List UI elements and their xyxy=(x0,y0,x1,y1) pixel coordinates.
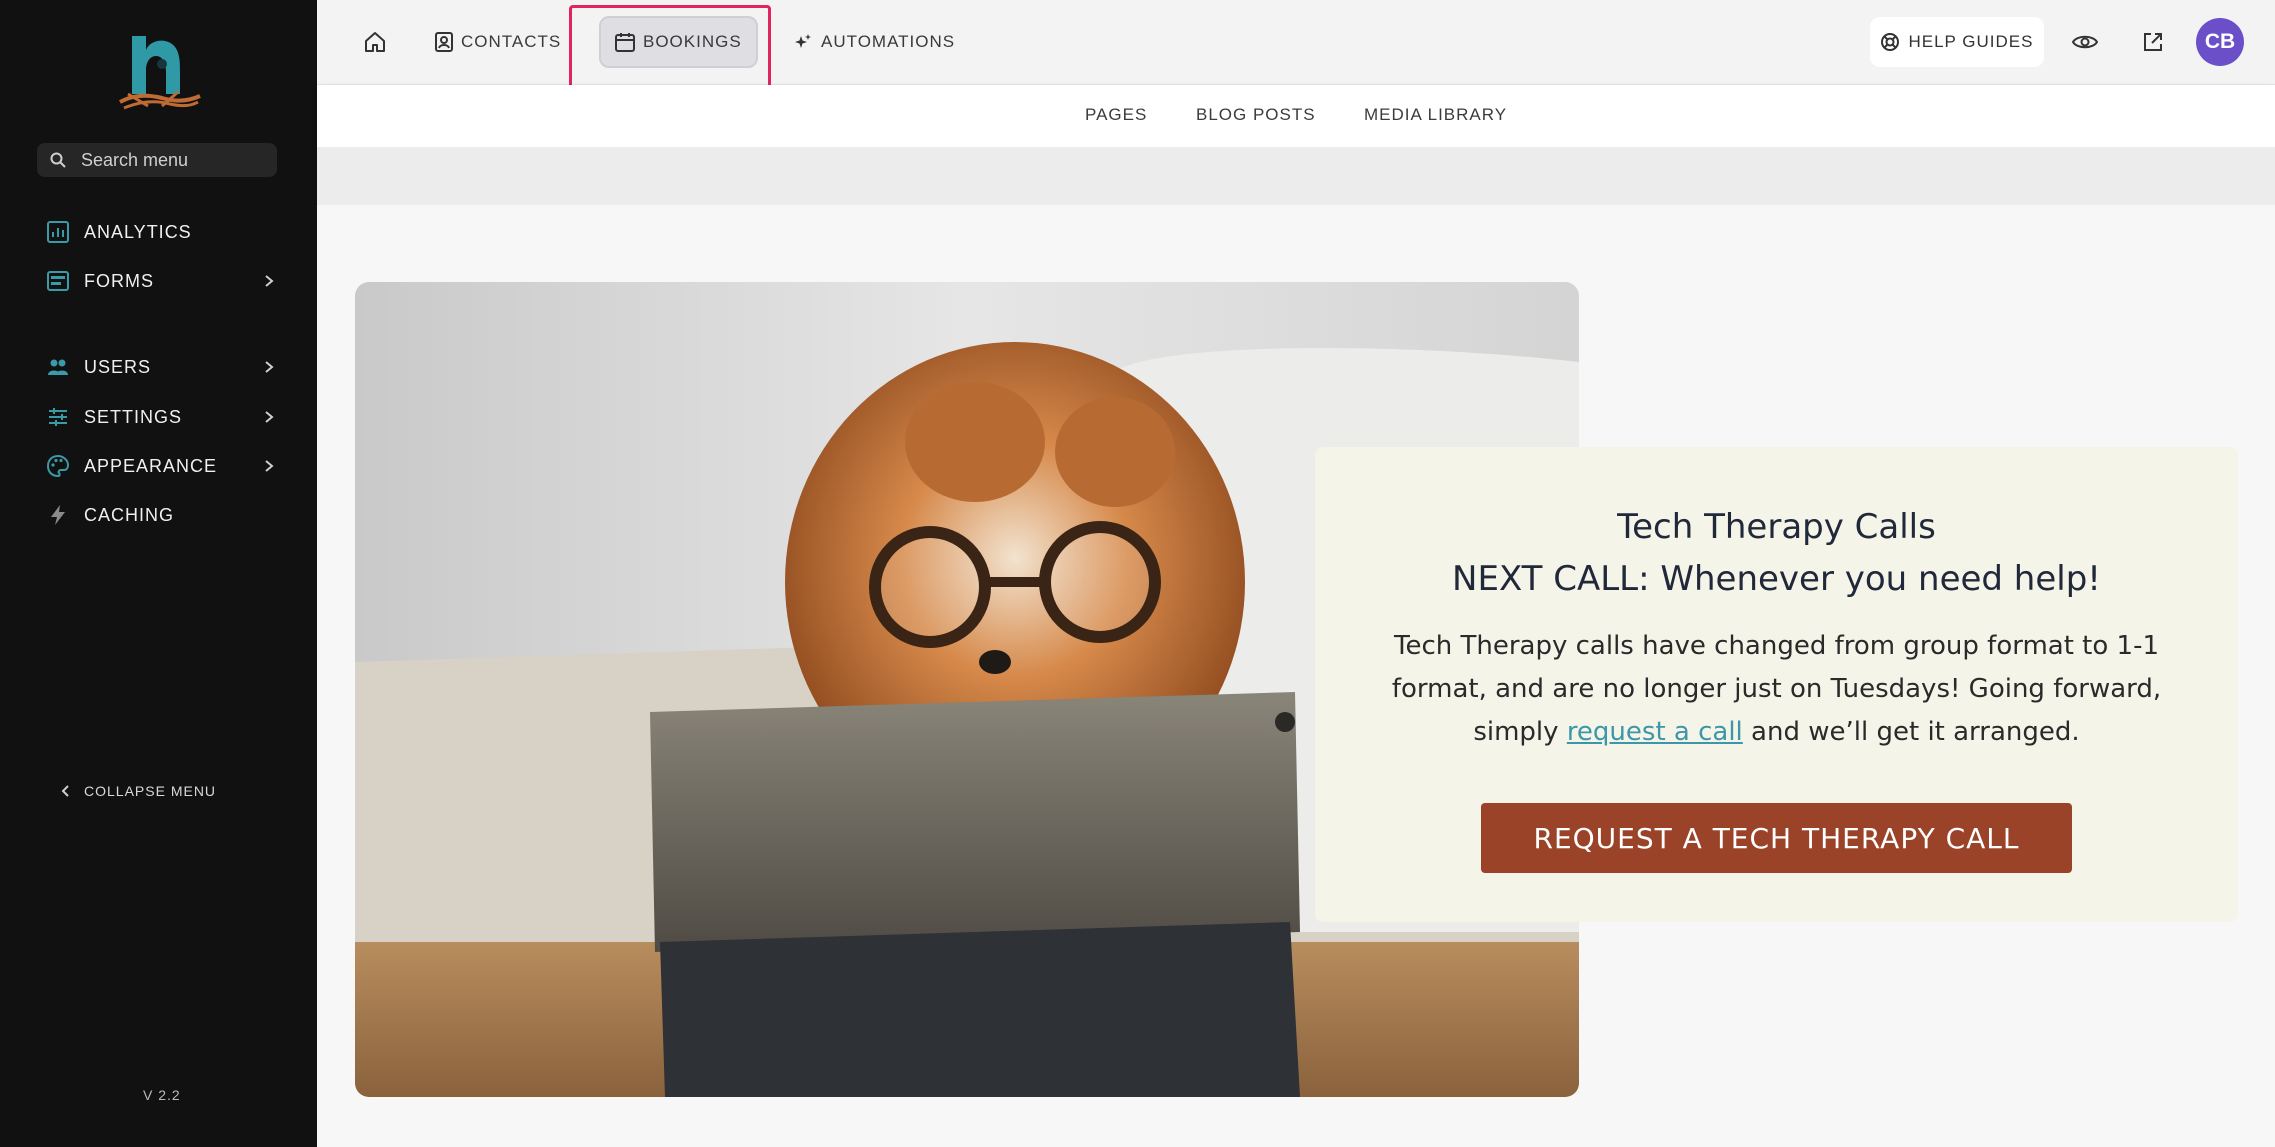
lightning-icon xyxy=(46,503,70,527)
users-icon xyxy=(46,355,70,379)
tab-contacts[interactable]: CONTACTS xyxy=(435,22,561,62)
chevron-right-icon xyxy=(265,275,274,287)
sidebar-item-label: ANALYTICS xyxy=(84,221,192,242)
search-menu[interactable] xyxy=(37,143,277,177)
sidebar-item-label: USERS xyxy=(84,356,152,377)
chevron-right-icon xyxy=(265,460,274,472)
chevron-right-icon xyxy=(265,361,274,373)
sidebar-item-label: CACHING xyxy=(84,504,175,525)
external-link-icon xyxy=(2144,33,2162,51)
sidebar-item-users[interactable]: USERS xyxy=(46,351,276,383)
subnav-media-library[interactable]: MEDIA LIBRARY xyxy=(1364,105,1507,125)
contacts-icon xyxy=(435,32,453,52)
collapse-menu-button[interactable]: COLLAPSE MENU xyxy=(60,783,216,799)
request-call-button[interactable]: REQUEST A TECH THERAPY CALL xyxy=(1481,803,2072,873)
help-guides-button[interactable]: HELP GUIDES xyxy=(1870,17,2044,67)
sidebar-item-appearance[interactable]: APPEARANCE xyxy=(46,450,276,482)
help-guides-label: HELP GUIDES xyxy=(1908,32,2034,51)
sparkle-icon xyxy=(795,34,811,48)
subnav-pages[interactable]: PAGES xyxy=(1085,105,1147,125)
top-bar: CONTACTS BOOKINGS AUTOMATIONS HELP GUIDE… xyxy=(317,0,2275,85)
sub-nav: PAGES BLOG POSTS MEDIA LIBRARY xyxy=(317,85,2275,147)
open-external-button[interactable] xyxy=(2138,27,2168,57)
tab-automations[interactable]: AUTOMATIONS xyxy=(793,22,955,62)
tab-label: BOOKINGS xyxy=(643,32,742,51)
home-icon xyxy=(365,32,385,52)
search-menu-input[interactable] xyxy=(81,149,271,171)
header-band xyxy=(317,147,2275,205)
search-icon xyxy=(50,152,66,168)
card-title: Tech Therapy Calls xyxy=(1617,507,1936,547)
settings-icon xyxy=(46,405,70,429)
sidebar: ANALYTICS FORMS USERS SETTINGS APPEARANC… xyxy=(0,0,317,1147)
tab-label: AUTOMATIONS xyxy=(821,32,956,51)
preview-button[interactable] xyxy=(2070,27,2100,57)
palette-icon xyxy=(46,454,70,478)
tech-therapy-card: Tech Therapy Calls NEXT CALL: Whenever y… xyxy=(1315,447,2238,922)
sidebar-item-forms[interactable]: FORMS xyxy=(46,265,276,297)
home-button[interactable] xyxy=(363,22,387,62)
collapse-menu-label: COLLAPSE MENU xyxy=(84,783,217,799)
avatar[interactable]: CB xyxy=(2196,18,2244,66)
request-call-link[interactable]: request a call xyxy=(1567,717,1743,747)
sidebar-item-label: SETTINGS xyxy=(84,406,183,427)
chevron-right-icon xyxy=(265,411,274,423)
forms-icon xyxy=(46,269,70,293)
eye-icon xyxy=(2072,35,2098,49)
card-body-text-end: and we’ll get it arranged. xyxy=(1742,717,2080,747)
calendar-icon xyxy=(615,33,635,52)
tab-bookings[interactable]: BOOKINGS xyxy=(599,16,758,68)
lifebuoy-icon xyxy=(1881,33,1900,51)
sidebar-item-analytics[interactable]: ANALYTICS xyxy=(46,216,276,248)
sidebar-item-caching[interactable]: CACHING xyxy=(46,499,276,531)
version-label: V 2.2 xyxy=(143,1087,181,1103)
sidebar-item-label: APPEARANCE xyxy=(84,455,218,476)
logo-icon xyxy=(119,36,201,110)
card-subtitle: NEXT CALL: Whenever you need help! xyxy=(1452,559,2101,599)
sidebar-item-settings[interactable]: SETTINGS xyxy=(46,401,276,433)
chevron-left-icon xyxy=(61,785,69,797)
subnav-blog-posts[interactable]: BLOG POSTS xyxy=(1196,105,1316,125)
sidebar-item-label: FORMS xyxy=(84,270,154,291)
analytics-icon xyxy=(46,220,70,244)
tab-label: CONTACTS xyxy=(461,32,562,51)
card-body: Tech Therapy calls have changed from gro… xyxy=(1375,625,2178,754)
